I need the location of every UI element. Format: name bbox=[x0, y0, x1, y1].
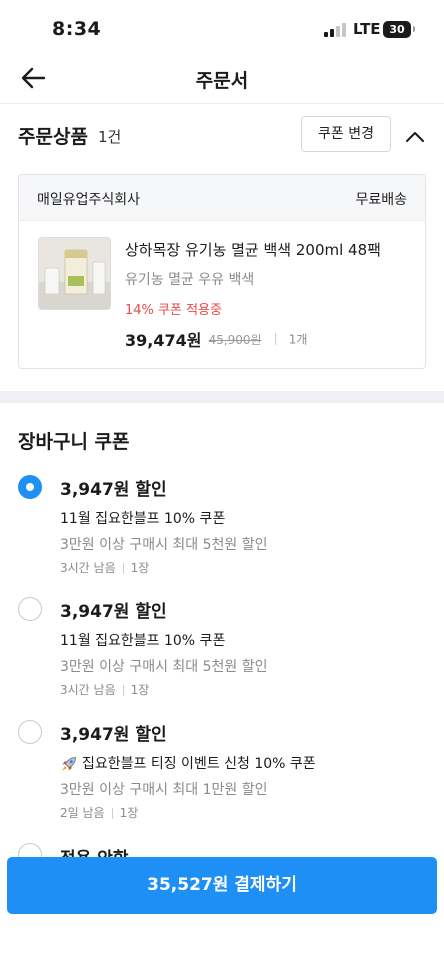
coupon-time-left: 2일 남음 bbox=[60, 806, 105, 820]
coupon-radio-selected[interactable] bbox=[18, 475, 42, 499]
coupon-radio[interactable] bbox=[18, 597, 42, 621]
coupon-option[interactable]: 3,947원 할인 11월 집요한블프 10% 쿠폰 3만원 이상 구매시 최대… bbox=[0, 475, 444, 585]
section-divider bbox=[0, 391, 444, 403]
coupon-count: 1장 bbox=[119, 806, 139, 820]
coupon-count: 1장 bbox=[130, 561, 150, 575]
divider bbox=[111, 808, 113, 819]
order-section-header: 주문상품 1건 쿠폰 변경 bbox=[0, 104, 444, 166]
product-option: 유기농 멸균 우유 백색 bbox=[125, 272, 255, 288]
seller-name: 매일유업주식회사 bbox=[37, 192, 141, 208]
product-name: 상하목장 유기농 멸균 백색 200ml 48팩 bbox=[125, 241, 381, 259]
coupon-applied-label: 14% 쿠폰 적용중 bbox=[125, 303, 222, 318]
product-quantity: 1개 bbox=[288, 332, 308, 347]
status-time: 8:34 bbox=[52, 18, 102, 40]
coupon-count: 1장 bbox=[130, 683, 150, 697]
pay-button[interactable]: 35,527원 결제하기 bbox=[7, 857, 437, 914]
coupon-condition: 3만원 이상 구매시 최대 5천원 할인 bbox=[60, 537, 268, 553]
coupon-meta: 3시간 남음 1장 bbox=[60, 681, 149, 698]
coupon-option[interactable]: 3,947원 할인 집요한블프 티징 이벤트 신청 10% 쿠폰 3만원 이상 … bbox=[0, 720, 444, 830]
product-price: 39,474원 bbox=[125, 331, 202, 350]
divider bbox=[122, 685, 124, 696]
coupon-name-row: 집요한블프 티징 이벤트 신청 10% 쿠폰 bbox=[60, 753, 316, 773]
rocket-icon bbox=[62, 757, 76, 771]
cart-coupon-title: 장바구니 쿠폰 bbox=[18, 431, 130, 453]
coupon-amount: 3,947원 할인 bbox=[60, 480, 167, 500]
header: 주문서 bbox=[0, 56, 444, 104]
price-row: 39,474원 45,900원 1개 bbox=[125, 327, 307, 351]
divider bbox=[122, 563, 124, 574]
coupon-amount: 3,947원 할인 bbox=[60, 602, 167, 622]
product-card: 매일유업주식회사 무료배송 상하목장 유기농 멸균 백색 200ml 48팩 유… bbox=[18, 174, 426, 369]
bottom-safe-area bbox=[0, 914, 444, 960]
coupon-amount: 3,947원 할인 bbox=[60, 725, 167, 745]
network-label: LTE bbox=[353, 20, 381, 38]
order-title: 주문상품 bbox=[18, 126, 88, 148]
product-image[interactable] bbox=[38, 237, 111, 310]
divider bbox=[274, 333, 276, 345]
battery-icon: 30 bbox=[383, 21, 415, 38]
seller-row: 매일유업주식회사 무료배송 bbox=[19, 175, 425, 221]
coupon-meta: 3시간 남음 1장 bbox=[60, 559, 149, 576]
coupon-condition: 3만원 이상 구매시 최대 1만원 할인 bbox=[60, 782, 268, 798]
coupon-condition: 3만원 이상 구매시 최대 5천원 할인 bbox=[60, 659, 268, 675]
coupon-time-left: 3시간 남음 bbox=[60, 561, 116, 575]
coupon-change-button[interactable]: 쿠폰 변경 bbox=[301, 116, 391, 152]
chevron-up-icon[interactable] bbox=[402, 124, 428, 150]
coupon-time-left: 3시간 남음 bbox=[60, 683, 116, 697]
original-price: 45,900원 bbox=[208, 332, 262, 347]
coupon-option[interactable]: 3,947원 할인 11월 집요한블프 10% 쿠폰 3만원 이상 구매시 최대… bbox=[0, 597, 444, 707]
coupon-radio[interactable] bbox=[18, 720, 42, 744]
coupon-name: 11월 집요한블프 10% 쿠폰 bbox=[60, 511, 226, 527]
coupon-name: 11월 집요한블프 10% 쿠폰 bbox=[60, 633, 226, 649]
coupon-meta: 2일 남음 1장 bbox=[60, 804, 138, 821]
order-count: 1건 bbox=[98, 128, 122, 146]
status-bar: 8:34 LTE 30 bbox=[0, 0, 444, 56]
shipping-info: 무료배송 bbox=[355, 192, 407, 208]
page-title: 주문서 bbox=[195, 70, 249, 92]
signal-icon bbox=[324, 23, 348, 37]
coupon-name: 집요한블프 티징 이벤트 신청 10% 쿠폰 bbox=[82, 756, 316, 772]
